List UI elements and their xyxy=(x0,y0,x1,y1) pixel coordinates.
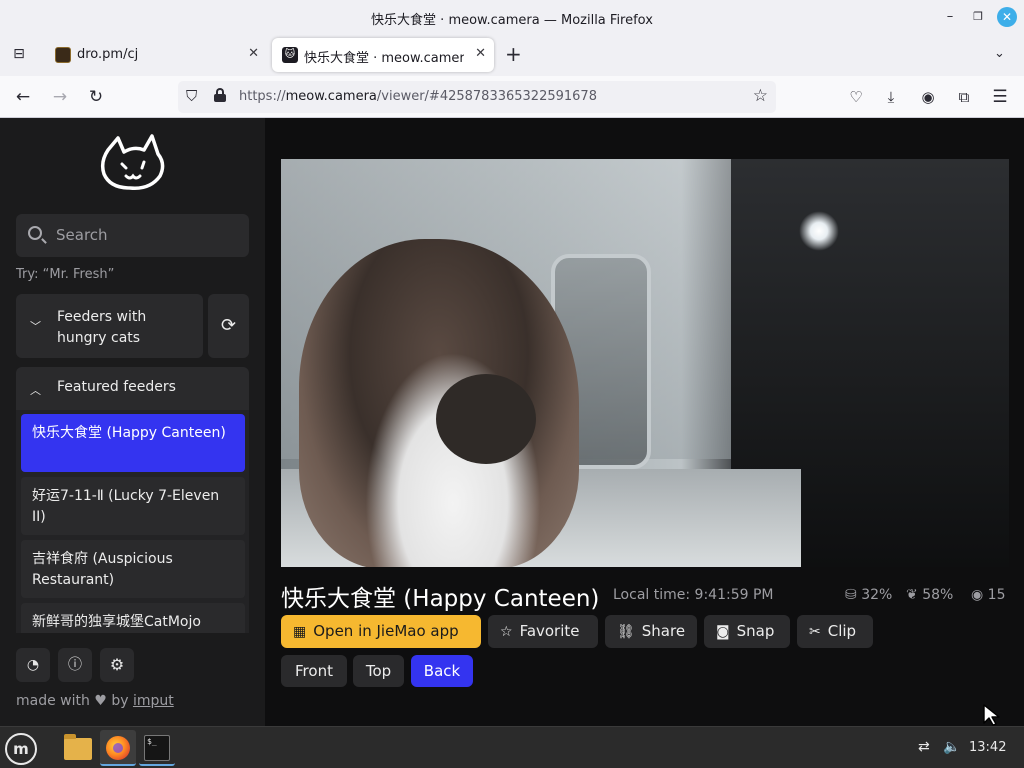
list-item-label: 好运7-11-Ⅱ (Lucky 7-Eleven II) xyxy=(32,488,220,525)
open-in-app-button[interactable]: ▦ Open in JieMao app xyxy=(281,615,481,648)
list-item-auspicious-restaurant[interactable]: 吉祥食府 (Auspicious Restaurant) xyxy=(21,540,245,598)
close-tab-icon[interactable]: ✕ xyxy=(248,46,259,61)
menu-button-mint-icon[interactable]: m xyxy=(5,733,37,765)
page-content: Try: “Mr. Fresh” ﹀ Feeders with hungry c… xyxy=(0,118,1024,726)
tab-dro-pm[interactable]: dro.pm/cj ✕ xyxy=(45,38,267,72)
list-item-catmojo[interactable]: 新鲜哥的独享城堡CatMojo xyxy=(21,603,245,633)
list-item-lucky-7-eleven[interactable]: 好运7-11-Ⅱ (Lucky 7-Eleven II) xyxy=(21,477,245,535)
extensions-icon[interactable]: ⧉ xyxy=(953,86,975,108)
favorite-button[interactable]: ☆ Favorite xyxy=(488,615,598,648)
food-icon: ⛁ xyxy=(845,587,857,603)
view-back-button[interactable]: Back xyxy=(411,655,473,687)
reload-icon[interactable]: ↻ xyxy=(85,86,107,108)
bookmark-star-icon[interactable]: ☆ xyxy=(753,86,768,106)
info-button[interactable]: ⓘ xyxy=(58,648,92,682)
menu-icon[interactable]: ☰ xyxy=(989,86,1011,108)
chevron-up-icon: ︿ xyxy=(30,384,41,397)
scissors-icon: ✂ xyxy=(809,624,821,640)
new-tab-icon[interactable]: + xyxy=(505,44,522,64)
by-text: by xyxy=(111,693,129,709)
account-icon[interactable]: ◉ xyxy=(917,86,939,108)
minimize-icon[interactable]: – xyxy=(940,7,960,27)
gear-icon: ⚙ xyxy=(109,655,125,674)
pocket-icon[interactable]: ♡ xyxy=(845,86,867,108)
chevron-down-icon[interactable]: ⌄ xyxy=(994,46,1005,61)
settings-button[interactable]: ⚙ xyxy=(100,648,134,682)
terminal-app-icon[interactable]: $_ xyxy=(139,730,175,766)
refresh-button[interactable]: ⟳ xyxy=(208,294,249,358)
cat-logo-icon[interactable] xyxy=(100,134,166,196)
clip-button[interactable]: ✂ Clip xyxy=(797,615,873,648)
volume-icon[interactable]: 🔈 xyxy=(943,739,960,755)
view-front-button[interactable]: Front xyxy=(281,655,347,687)
view-top-button[interactable]: Top xyxy=(353,655,404,687)
search-icon xyxy=(28,226,42,240)
download-icon[interactable]: ⤓ xyxy=(880,86,902,108)
chevron-down-icon: ﹀ xyxy=(30,320,41,333)
list-item-label: 吉祥食府 (Auspicious Restaurant) xyxy=(32,551,173,588)
local-time: Local time: 9:41:59 PM xyxy=(613,587,774,603)
snap-button[interactable]: ◙ Snap xyxy=(704,615,790,648)
qr-code-icon: ▦ xyxy=(293,624,307,640)
tab-label: 快乐大食堂 · meow.camera xyxy=(304,51,464,66)
taskbar: m $_ ⇄ 🔈 13:42 xyxy=(0,726,1024,768)
url-bar[interactable]: ⛉ https://meow.camera/viewer/#4258783365… xyxy=(178,81,776,113)
tab-meow-camera[interactable]: 🐱 快乐大食堂 · meow.camera ✕ xyxy=(272,38,494,72)
network-icon[interactable]: ⇄ xyxy=(918,739,930,755)
viewer-count: ◉ 15 xyxy=(971,587,1006,603)
made-with-credit: made with ♥ by imput xyxy=(16,693,174,709)
hunger-icon: ❦ xyxy=(906,587,918,603)
navigation-toolbar: ← → ↻ ⛉ https://meow.camera/viewer/#4258… xyxy=(0,76,1024,118)
feeder-title: 快乐大食堂 (Happy Canteen) xyxy=(281,586,600,612)
mouse-cursor xyxy=(983,704,1000,726)
lock-icon[interactable] xyxy=(214,88,226,102)
tab-strip: ⊟ dro.pm/cj ✕ 🐱 快乐大食堂 · meow.camera ✕ + … xyxy=(0,34,1024,76)
firefox-app-icon[interactable] xyxy=(100,730,136,766)
list-item-happy-canteen[interactable]: 快乐大食堂 (Happy Canteen) xyxy=(21,414,245,472)
star-icon: ☆ xyxy=(500,624,513,640)
search-box[interactable] xyxy=(16,214,249,257)
search-input[interactable] xyxy=(56,224,236,246)
tab-list-icon[interactable]: ⊟ xyxy=(10,45,28,63)
heart-icon: ♥ xyxy=(94,693,107,709)
author-link[interactable]: imput xyxy=(133,693,174,709)
camera-video[interactable] xyxy=(281,159,1009,567)
section-label: Featured feeders xyxy=(57,379,176,395)
list-item-label: 快乐大食堂 (Happy Canteen) xyxy=(32,425,226,441)
share-button[interactable]: ⛓ Share xyxy=(605,615,697,648)
discord-button[interactable]: ◔ xyxy=(16,648,50,682)
search-hint: Try: “Mr. Fresh” xyxy=(16,267,115,282)
tab-favicon-cat: 🐱 xyxy=(282,47,298,63)
featured-feeder-list[interactable]: 快乐大食堂 (Happy Canteen) 好运7-11-Ⅱ (Lucky 7-… xyxy=(16,410,249,633)
eye-icon: ◉ xyxy=(971,587,984,603)
close-window-icon[interactable]: ✕ xyxy=(997,7,1017,27)
window-title: 快乐大食堂 · meow.camera — Mozilla Firefox xyxy=(371,13,653,28)
section-label: Feeders with hungry cats xyxy=(57,309,147,346)
hunger-stat: ❦ 58% xyxy=(906,587,954,603)
camera-icon: ◙ xyxy=(716,624,730,640)
light-glare xyxy=(799,211,839,251)
list-item-label: 新鲜哥的独享城堡CatMojo xyxy=(32,614,201,630)
food-level-stat: ⛁ 32% xyxy=(845,587,893,603)
tab-label: dro.pm/cj xyxy=(77,47,139,62)
window-titlebar: 快乐大食堂 · meow.camera — Mozilla Firefox – … xyxy=(0,0,1024,34)
sidebar: Try: “Mr. Fresh” ﹀ Feeders with hungry c… xyxy=(0,118,265,726)
close-tab-icon[interactable]: ✕ xyxy=(475,46,486,61)
back-icon[interactable]: ← xyxy=(12,86,34,108)
tab-favicon xyxy=(55,47,71,63)
link-icon: ⛓ xyxy=(617,624,635,640)
forward-icon[interactable]: → xyxy=(49,86,71,108)
featured-feeders-section[interactable]: ︿ Featured feeders xyxy=(16,367,249,410)
tracking-shield-icon[interactable]: ⛉ xyxy=(186,87,197,105)
refresh-icon: ⟳ xyxy=(220,315,237,336)
made-with-text: made with xyxy=(16,693,90,709)
files-app-icon[interactable] xyxy=(60,730,96,766)
maximize-icon[interactable]: ❐ xyxy=(968,7,988,27)
url-text[interactable]: https://meow.camera/viewer/#425878336532… xyxy=(239,89,597,104)
discord-icon: ◔ xyxy=(26,657,40,673)
info-icon: ⓘ xyxy=(68,657,82,673)
hungry-feeders-section[interactable]: ﹀ Feeders with hungry cats xyxy=(16,294,203,358)
clock[interactable]: 13:42 xyxy=(969,740,1006,755)
